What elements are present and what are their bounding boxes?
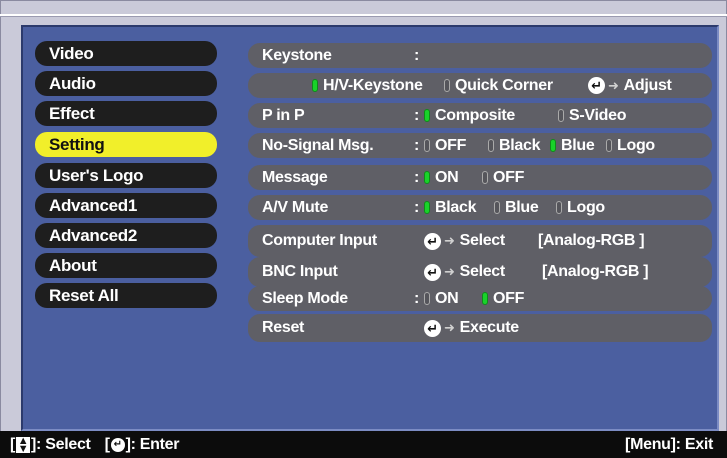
radio-on-icon: [424, 201, 430, 214]
pinp-label: P in P: [262, 107, 305, 124]
bnc-input-label: BNC Input: [262, 263, 338, 280]
message-colon: :: [414, 169, 420, 186]
avmute-colon: :: [414, 199, 420, 216]
radio-off-icon: [494, 201, 500, 214]
nosignal-off-option[interactable]: OFF: [424, 133, 466, 158]
setting-row-keystone[interactable]: Keystone :: [248, 43, 712, 68]
menu-item-setting[interactable]: Setting: [35, 132, 217, 157]
enter-hint: ]: Enter: [125, 436, 180, 453]
menu-item-about[interactable]: About: [35, 253, 217, 278]
enter-icon: ↵: [110, 437, 125, 452]
nosignal-colon: :: [414, 137, 420, 154]
setting-row-bnc-input[interactable]: BNC Input ↵ ➜ Select [Analog-RGB ]: [248, 257, 712, 287]
setting-row-reset[interactable]: Reset ↵ ➜ Execute: [248, 314, 712, 342]
menu-item-users-logo[interactable]: User's Logo: [35, 163, 217, 188]
bnc-input-select-action[interactable]: ↵ ➜ Select: [424, 257, 505, 287]
pinp-composite-option[interactable]: Composite: [424, 103, 515, 128]
avmute-logo-option[interactable]: Logo: [556, 195, 605, 220]
radio-off-icon: [482, 171, 488, 184]
avmute-label: A/V Mute: [262, 199, 329, 216]
top-divider-shadow: [0, 16, 727, 17]
arrow-right-icon: ➜: [444, 264, 455, 279]
menu-item-advanced2[interactable]: Advanced2: [35, 223, 217, 248]
message-label: Message: [262, 169, 328, 186]
menu-item-advanced1[interactable]: Advanced1: [35, 193, 217, 218]
message-off-option[interactable]: OFF: [482, 165, 524, 190]
computer-input-value: [Analog-RGB ]: [538, 232, 645, 249]
enter-icon: ↵: [424, 263, 441, 281]
radio-off-icon: [444, 79, 450, 92]
menu-item-reset-all[interactable]: Reset All: [35, 283, 217, 308]
radio-on-icon: [312, 79, 318, 92]
keystone-hv-option[interactable]: H/V-Keystone: [312, 73, 423, 98]
setting-row-pinp[interactable]: P in P : Composite S-Video: [248, 103, 712, 128]
enter-icon: ↵: [424, 319, 441, 337]
arrow-right-icon: ➜: [608, 78, 619, 93]
exit-hint: [Menu]: Exit: [625, 436, 713, 453]
nosignal-blue-option[interactable]: Blue: [550, 133, 595, 158]
menu-item-video[interactable]: Video: [35, 41, 217, 66]
enter-icon: ↵: [588, 77, 605, 94]
setting-row-computer-input[interactable]: Computer Input ↵ ➜ Select [Analog-RGB ]: [248, 225, 712, 257]
reset-execute-action[interactable]: ↵ ➜ Execute: [424, 314, 519, 342]
setting-row-message[interactable]: Message : ON OFF: [248, 165, 712, 190]
sleep-label: Sleep Mode: [262, 290, 348, 307]
avmute-blue-option[interactable]: Blue: [494, 195, 539, 220]
setting-row-no-signal[interactable]: No-Signal Msg. : OFF Black Blue Logo: [248, 133, 712, 158]
sleep-on-option[interactable]: ON: [424, 286, 459, 311]
message-on-option[interactable]: ON: [424, 165, 459, 190]
pinp-colon: :: [414, 107, 420, 124]
menu-item-effect[interactable]: Effect: [35, 101, 217, 126]
radio-off-icon: [606, 139, 612, 152]
avmute-black-option[interactable]: Black: [424, 195, 477, 220]
menu-item-audio[interactable]: Audio: [35, 71, 217, 96]
keystone-colon: :: [414, 47, 420, 64]
computer-input-select-action[interactable]: ↵ ➜ Select: [424, 225, 505, 257]
footer-hints: [ ▲ ▼ ]: Select [ ↵ ]: Enter: [10, 431, 180, 458]
radio-on-icon: [482, 292, 488, 305]
bracket-open: [: [10, 436, 16, 453]
radio-off-icon: [424, 292, 430, 305]
radio-off-icon: [556, 201, 562, 214]
nosignal-label: No-Signal Msg.: [262, 137, 374, 154]
setting-row-sleep-mode[interactable]: Sleep Mode : ON OFF: [248, 286, 712, 311]
setting-row-av-mute[interactable]: A/V Mute : Black Blue Logo: [248, 195, 712, 220]
keystone-quick-corner-option[interactable]: Quick Corner: [444, 73, 553, 98]
bracket-open-2: [: [104, 436, 110, 453]
reset-label: Reset: [262, 319, 305, 336]
keystone-label: Keystone: [262, 47, 332, 64]
radio-off-icon: [488, 139, 494, 152]
arrow-right-icon: ➜: [444, 320, 455, 335]
computer-input-label: Computer Input: [262, 232, 377, 249]
radio-off-icon: [558, 109, 564, 122]
setting-row-keystone-mode[interactable]: H/V-Keystone Quick Corner ↵ ➜ Adjust: [248, 73, 712, 98]
pinp-svideo-option[interactable]: S-Video: [558, 103, 626, 128]
enter-icon: ↵: [424, 232, 441, 250]
bnc-input-value: [Analog-RGB ]: [542, 263, 649, 280]
radio-on-icon: [424, 171, 430, 184]
select-hint: ]: Select: [31, 436, 91, 453]
keystone-adjust-action[interactable]: ↵ ➜ Adjust: [588, 73, 672, 98]
sleep-off-option[interactable]: OFF: [482, 286, 524, 311]
sleep-colon: :: [414, 290, 420, 307]
nosignal-black-option[interactable]: Black: [488, 133, 541, 158]
up-down-icon: ▲ ▼: [16, 434, 31, 455]
nosignal-logo-option[interactable]: Logo: [606, 133, 655, 158]
arrow-right-icon: ➜: [444, 233, 455, 248]
radio-on-icon: [550, 139, 556, 152]
radio-off-icon: [424, 139, 430, 152]
radio-on-icon: [424, 109, 430, 122]
help-footer: [ ▲ ▼ ]: Select [ ↵ ]: Enter [Menu]: Exit: [0, 431, 727, 458]
